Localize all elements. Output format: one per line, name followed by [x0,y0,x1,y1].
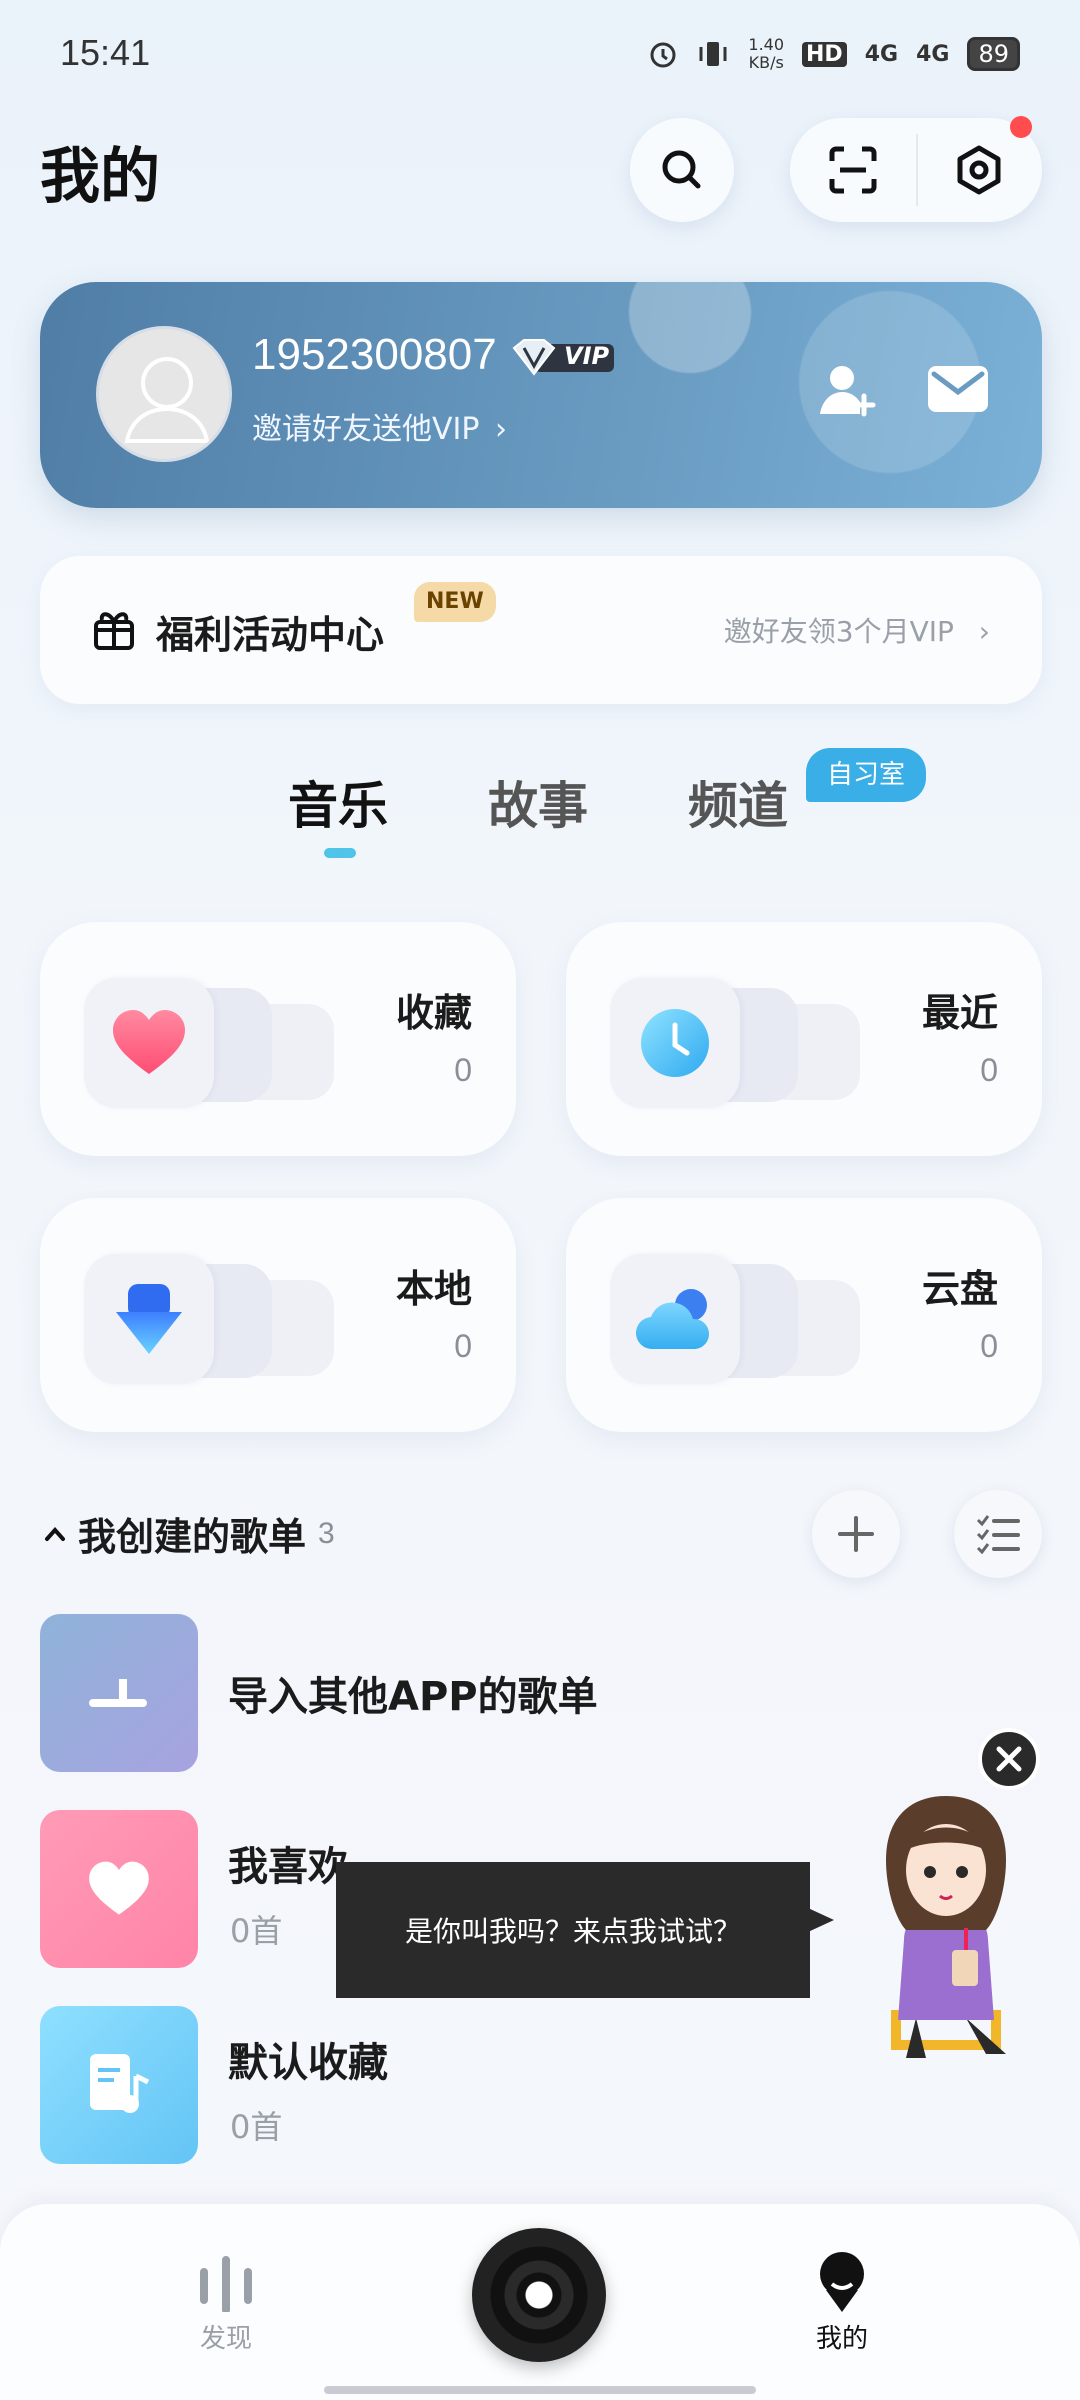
signal-4g-2: 4G [916,41,950,67]
card-icon-stack [610,1254,860,1384]
battery-indicator: 89 [967,37,1020,71]
tab-story[interactable]: 故事 [488,766,588,838]
card-icon-stack [610,978,860,1108]
settings-hexagon-icon [957,145,1001,195]
vip-badge[interactable]: VIP [512,338,616,378]
signal-4g-1: 4G [864,41,899,67]
notification-dot [1010,116,1032,138]
tab-music[interactable]: 音乐 [288,766,388,838]
page-title: 我的 [40,142,160,212]
chevron-right-icon: › [495,412,508,447]
username: 1952300807 [252,330,497,379]
card-count: 0 [454,1052,472,1088]
clock-icon [641,1009,709,1077]
heart-icon [113,1010,185,1074]
favorites-card[interactable]: 收藏 0 [40,922,516,1156]
card-title: 本地 [395,1267,472,1311]
playlist-subtitle: 0首 [230,1912,283,1950]
create-playlist-button[interactable] [812,1490,900,1578]
hd-icon: HD [802,41,847,67]
chevron-right-icon: › [978,615,990,648]
search-icon [662,150,701,189]
scan-icon [829,146,877,194]
nav-discover[interactable]: 发现 [196,2256,256,2355]
scan-button[interactable] [790,118,916,222]
search-button[interactable] [630,118,734,222]
playlist-subtitle: 0首 [230,2108,283,2146]
heart-icon [89,1861,149,1915]
profile-card[interactable]: 1952300807 VIP 邀请好友送他VIP › [40,282,1042,508]
card-title: 最近 [921,991,998,1035]
new-tag: NEW [414,582,496,622]
add-friend-icon[interactable] [818,360,878,420]
section-title: 我创建的歌单 [78,1515,307,1559]
default-avatar-icon [124,357,210,443]
card-count: 0 [980,1052,998,1088]
nav-mine[interactable]: 我的 [812,2250,872,2355]
discover-bars-icon [200,2256,252,2312]
my-playlists-header[interactable]: 我创建的歌单 3 [44,1506,335,1561]
playlist-title[interactable]: 我喜欢 [228,1834,348,1892]
card-icon-stack [84,1254,334,1384]
vibrate-icon [699,42,727,66]
tab-channel[interactable]: 频道 [688,766,788,838]
section-count: 3 [318,1516,335,1550]
cloud-icon [635,1289,710,1350]
default-collection-cover[interactable] [40,2006,198,2164]
bottom-nav: 发现 我的 [0,2204,1080,2400]
welfare-subtitle: 邀好友领3个月VIP › [723,615,990,648]
nav-label: 发现 [199,2324,252,2354]
gift-icon [94,612,134,650]
net-speed: 1.40 KB/s [748,35,785,72]
status-icons: 1.40 KB/s HD 4G 4G 89 [648,36,1020,72]
download-icon [116,1284,182,1354]
recent-card[interactable]: 最近 0 [566,922,1042,1156]
invite-link[interactable]: 邀请好友送他VIP › [252,404,507,448]
playlist-title[interactable]: 导入其他APP的歌单 [228,1664,598,1722]
welfare-title: 福利活动中心 [156,613,385,657]
nav-label: 我的 [815,2324,868,2354]
cloud-disk-card[interactable]: 云盘 0 [566,1198,1042,1432]
invite-text: 邀请好友送他VIP [252,412,480,447]
close-mascot-button[interactable] [978,1728,1040,1790]
card-count: 0 [454,1328,472,1364]
mine-profile-icon [820,2252,864,2312]
chevron-up-icon [45,1526,65,1541]
tab-active-indicator [324,848,356,858]
card-icon-stack [84,978,334,1108]
header-action-pill [790,118,1042,222]
card-title: 收藏 [395,991,472,1035]
manage-playlists-button[interactable] [954,1490,1042,1578]
status-bar: 15:41 1.40 KB/s HD 4G 4G 89 [0,0,1080,110]
music-note-icon [90,2054,150,2113]
card-count: 0 [980,1328,998,1364]
checklist-icon [976,1515,1020,1554]
import-playlist-cover[interactable] [40,1614,198,1772]
status-time: 15:41 [60,32,151,73]
mascot-character[interactable] [856,1790,1036,2070]
speech-text: 是你叫我吗？来点我试试？ [404,1915,741,1948]
alarm-icon [650,42,676,68]
card-title: 云盘 [921,1267,998,1311]
mascot-speech-bubble[interactable]: 是你叫我吗？来点我试试？ [336,1862,810,1998]
plus-icon [838,1516,874,1552]
mail-icon[interactable] [926,364,990,414]
home-indicator [324,2386,756,2394]
close-icon [996,1746,1022,1772]
welfare-center-bar[interactable]: 福利活动中心 NEW 邀好友领3个月VIP › [40,556,1042,704]
study-room-tag: 自习室 [806,748,926,802]
vip-label: VIP [564,342,610,370]
now-playing-disc[interactable] [472,2228,606,2362]
liked-playlist-cover[interactable] [40,1810,198,1968]
import-icon [89,1679,147,1707]
playlist-title[interactable]: 默认收藏 [228,2030,388,2088]
avatar[interactable] [96,326,232,462]
speech-bubble-tail [808,1908,834,1932]
local-card[interactable]: 本地 0 [40,1198,516,1432]
